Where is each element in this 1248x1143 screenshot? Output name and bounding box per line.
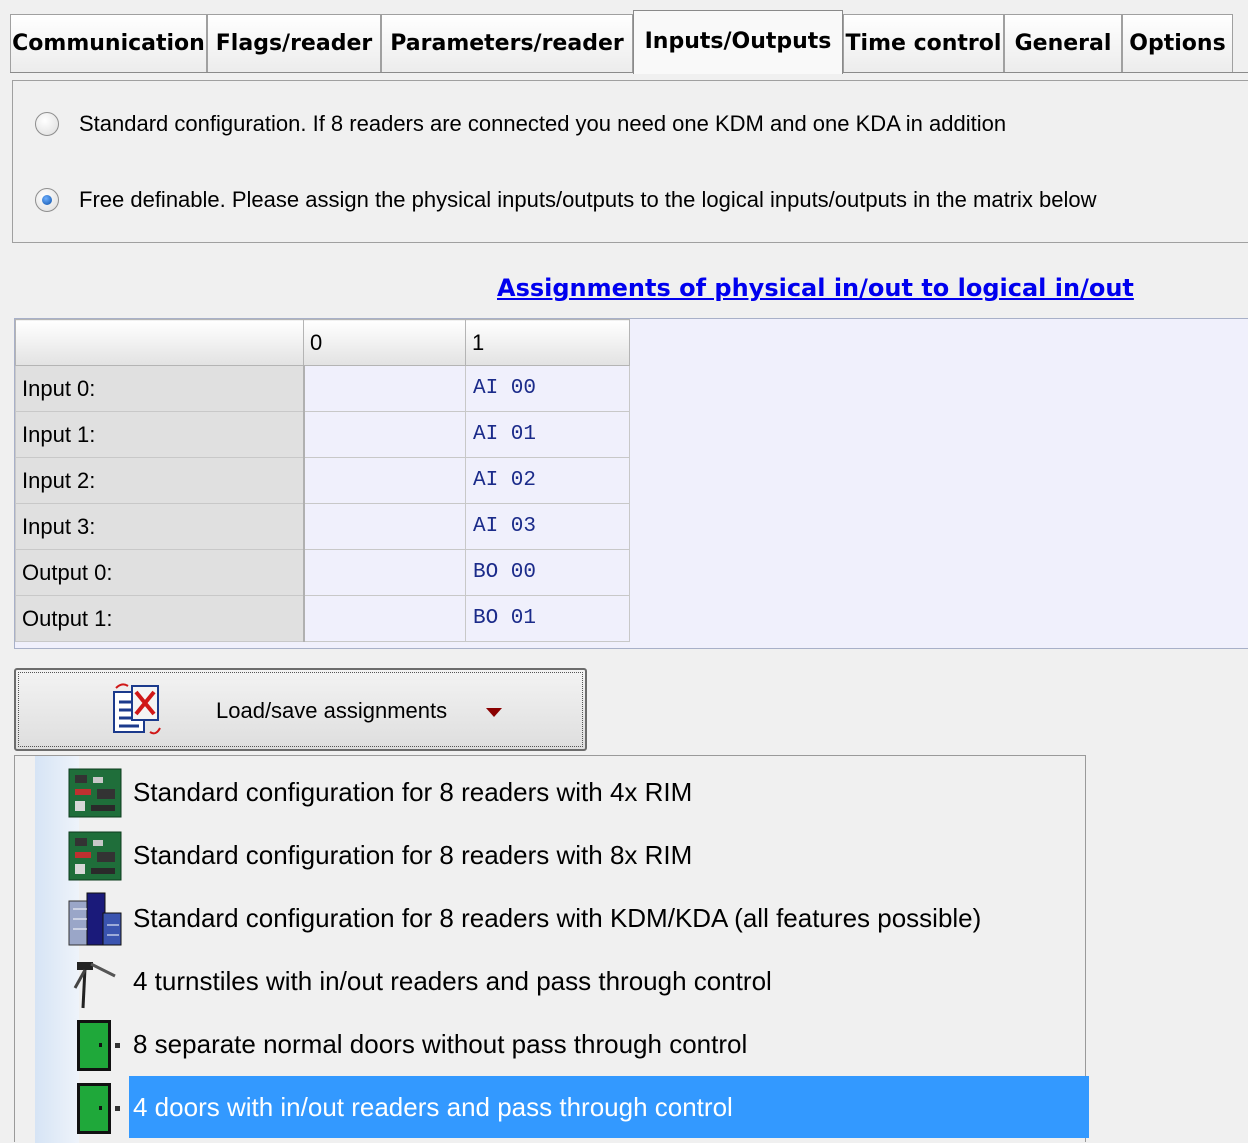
- menu-item-label: Standard configuration for 8 readers wit…: [133, 840, 693, 870]
- matrix-cell[interactable]: [303, 365, 466, 412]
- menu-item-label: Standard configuration for 8 readers wit…: [133, 903, 982, 933]
- document-transfer-icon: [113, 683, 161, 735]
- menu-item-label: 8 separate normal doors without pass thr…: [133, 1029, 748, 1059]
- tab-time-control[interactable]: Time control: [843, 14, 1004, 72]
- standard-configuration-option[interactable]: Standard configuration. If 8 readers are…: [35, 111, 1006, 137]
- tab-general[interactable]: General: [1004, 14, 1122, 72]
- table-row: Output 0: BO 00: [15, 549, 630, 596]
- tab-parameters-reader[interactable]: Parameters/reader: [381, 14, 633, 72]
- menu-item-standard-8x-rim[interactable]: Standard configuration for 8 readers wit…: [67, 824, 1085, 886]
- menu-item-label: 4 turnstiles with in/out readers and pas…: [133, 966, 772, 996]
- free-definable-radio[interactable]: [35, 188, 59, 212]
- tab-baseline: [10, 72, 1248, 73]
- matrix-cell[interactable]: [303, 411, 466, 458]
- green-door-icon: [77, 1020, 120, 1071]
- turnstile-icon: [73, 962, 116, 1009]
- matrix-cell[interactable]: AI 02: [465, 457, 630, 504]
- table-row: Input 1: AI 01: [15, 411, 630, 458]
- menu-item-turnstiles[interactable]: 4 turnstiles with in/out readers and pas…: [67, 950, 1085, 1012]
- matrix-cell[interactable]: [303, 503, 466, 550]
- menu-item-8-separate-doors[interactable]: 8 separate normal doors without pass thr…: [67, 1013, 1085, 1075]
- circuit-board-icon: [68, 768, 122, 818]
- row-header: Input 3:: [15, 503, 305, 550]
- matrix-cell[interactable]: [303, 595, 466, 642]
- row-header: Input 0:: [15, 365, 305, 412]
- row-header: Input 1:: [15, 411, 305, 458]
- assignment-table: 0 1 Input 0: AI 00 Input 1: AI 01 Input …: [15, 319, 630, 642]
- menu-item-label: Standard configuration for 8 readers wit…: [133, 777, 693, 807]
- menu-item-standard-kdm-kda[interactable]: Standard configuration for 8 readers wit…: [67, 887, 1085, 949]
- circuit-board-icon: [68, 831, 122, 881]
- row-header: Output 0:: [15, 549, 305, 596]
- tab-flags-reader[interactable]: Flags/reader: [207, 14, 381, 72]
- configuration-options-panel: Standard configuration. If 8 readers are…: [12, 80, 1248, 243]
- tab-options[interactable]: Options: [1122, 14, 1233, 72]
- tab-bar: Communication Flags/reader Parameters/re…: [0, 0, 1248, 76]
- load-save-dropdown-menu: Standard configuration for 8 readers wit…: [14, 755, 1089, 1143]
- column-header-0: 0: [303, 319, 466, 366]
- row-header: Output 1:: [15, 595, 305, 642]
- column-header-1: 1: [465, 319, 630, 366]
- green-door-icon: [77, 1083, 120, 1134]
- table-row: Input 0: AI 00: [15, 365, 630, 412]
- table-row: Output 1: BO 01: [15, 595, 630, 642]
- table-row: Input 3: AI 03: [15, 503, 630, 550]
- free-definable-option[interactable]: Free definable. Please assign the physic…: [35, 187, 1097, 213]
- matrix-cell[interactable]: BO 00: [465, 549, 630, 596]
- matrix-cell[interactable]: AI 03: [465, 503, 630, 550]
- column-header-corner: [15, 319, 304, 366]
- menu-item-4-doors-pass-through[interactable]: 4 doors with in/out readers and pass thr…: [67, 1076, 1089, 1138]
- standard-configuration-radio[interactable]: [35, 112, 59, 136]
- matrix-cell[interactable]: BO 01: [465, 595, 630, 642]
- row-header: Input 2:: [15, 457, 305, 504]
- tab-inputs-outputs[interactable]: Inputs/Outputs: [633, 10, 843, 74]
- free-definable-label: Free definable. Please assign the physic…: [79, 187, 1097, 212]
- assignment-matrix: 0 1 Input 0: AI 00 Input 1: AI 01 Input …: [14, 318, 1248, 649]
- load-save-assignments-button[interactable]: Load/save assignments: [14, 668, 587, 751]
- tab-communication[interactable]: Communication: [10, 14, 207, 72]
- dropdown-arrow-icon: [486, 708, 502, 717]
- standard-configuration-label: Standard configuration. If 8 readers are…: [79, 111, 1007, 136]
- matrix-cell[interactable]: AI 00: [465, 365, 630, 412]
- load-save-assignments-label: Load/save assignments: [216, 698, 448, 723]
- menu-item-standard-4x-rim[interactable]: Standard configuration for 8 readers wit…: [67, 761, 1085, 823]
- matrix-cell[interactable]: AI 01: [465, 411, 630, 458]
- table-header-row: 0 1: [15, 319, 630, 366]
- matrix-cell[interactable]: [303, 457, 466, 504]
- building-icon: [68, 892, 122, 946]
- matrix-cell[interactable]: [303, 549, 466, 596]
- assignments-link[interactable]: Assignments of physical in/out to logica…: [497, 274, 1134, 302]
- menu-item-label: 4 doors with in/out readers and pass thr…: [129, 1076, 1089, 1138]
- table-row: Input 2: AI 02: [15, 457, 630, 504]
